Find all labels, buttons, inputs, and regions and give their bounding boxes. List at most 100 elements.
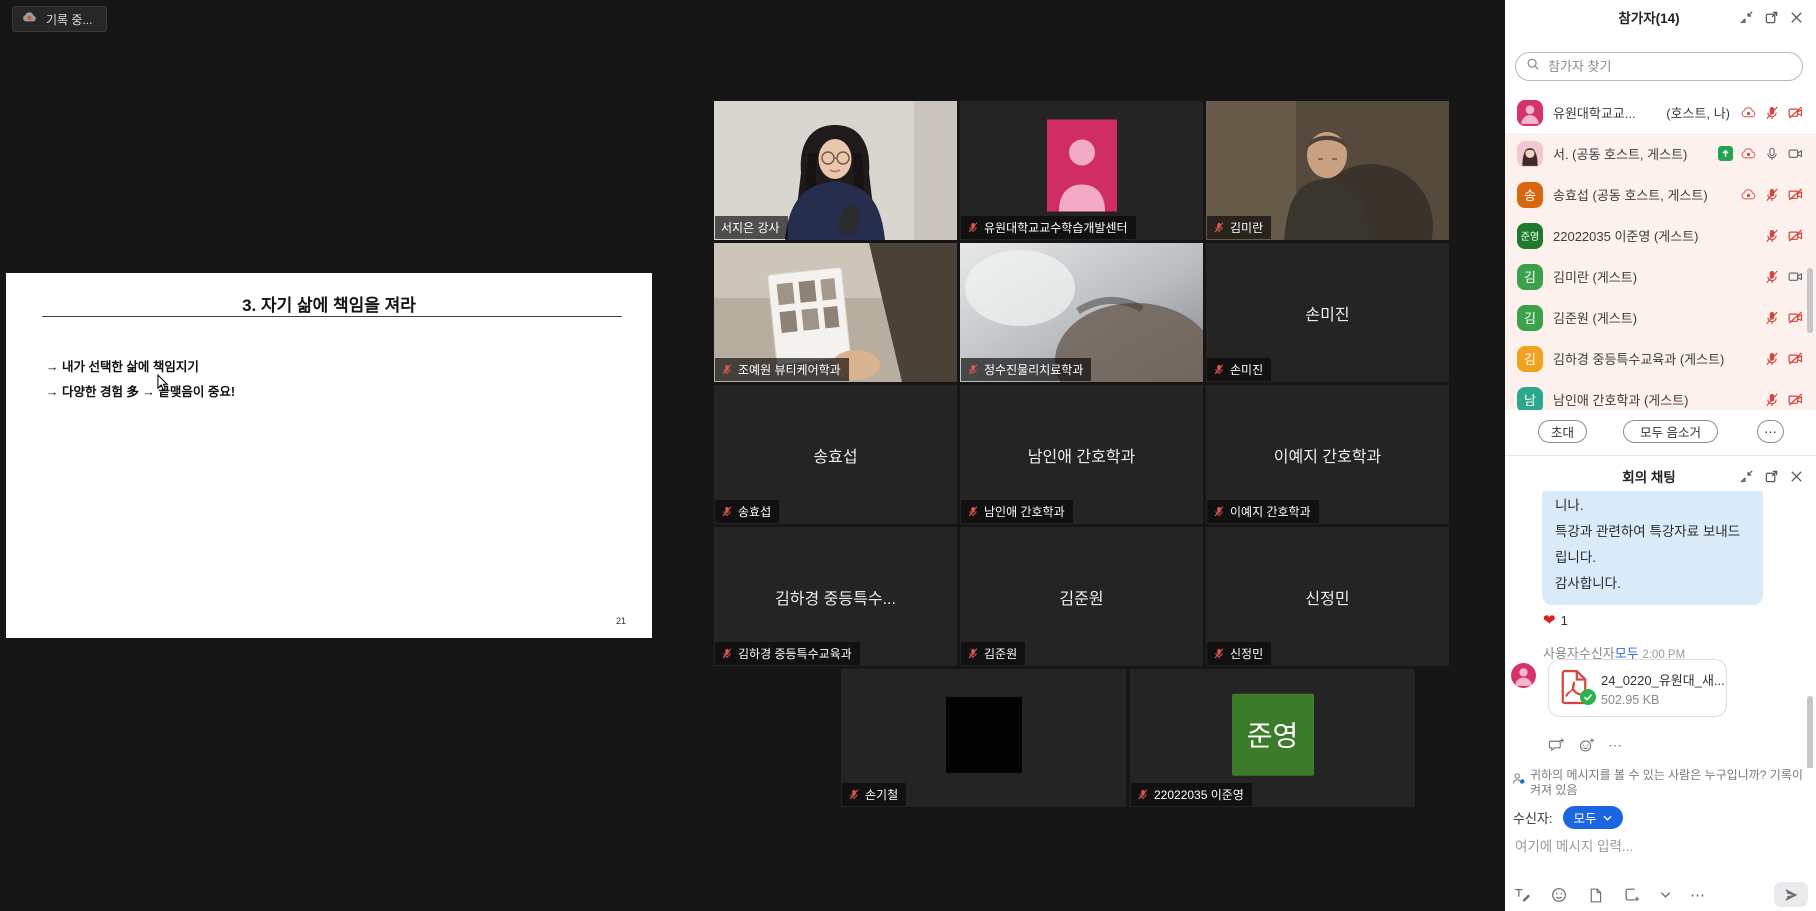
participant-row[interactable]: 김 김준원 (게스트): [1505, 297, 1816, 338]
avatar: 준영: [1517, 223, 1543, 249]
participant-role: (호스트, 나): [1666, 103, 1730, 122]
tile-name-text: 송효섭: [738, 503, 771, 520]
file-card[interactable]: 24_0220_유원대_새... 502.95 KB: [1548, 659, 1727, 717]
participant-name-label: 정수진물리치료학과: [961, 358, 1091, 381]
video-tile[interactable]: 이예지 간호학과이예지 간호학과: [1206, 385, 1449, 524]
participant-status-icons: [1764, 350, 1804, 367]
cloud-recording-icon: [1740, 145, 1757, 162]
video-tile[interactable]: 조예원 뷰티케어학과: [714, 243, 957, 382]
recipient-select[interactable]: 모두: [1563, 806, 1623, 829]
video-tile[interactable]: 손미진손미진: [1206, 243, 1449, 382]
send-button[interactable]: [1774, 882, 1808, 907]
file-icon[interactable]: [1587, 887, 1604, 904]
participant-row[interactable]: 김 김미란 (게스트): [1505, 256, 1816, 297]
video-tile[interactable]: 남인애 간호학과남인애 간호학과: [960, 385, 1203, 524]
message-input[interactable]: [1513, 838, 1807, 855]
popout-icon[interactable]: [1764, 10, 1779, 25]
video-tile[interactable]: 유원대학교교수학습개발센터: [960, 101, 1203, 240]
side-panel: 참가자(14) 유원대학교교... (호스트, 나) 서. (공동 호스트, 게…: [1505, 0, 1816, 911]
cam-off-icon: [1787, 186, 1804, 203]
avatar: [1517, 100, 1543, 126]
avatar: 송: [1517, 182, 1543, 208]
more-icon[interactable]: ⋯: [1690, 886, 1705, 904]
video-tile[interactable]: 김하경 중등특수...김하경 중등특수교육과: [714, 527, 957, 666]
screen-share-icon: [1718, 146, 1733, 161]
tile-name-text: 정수진물리치료학과: [984, 361, 1083, 378]
mic-muted-icon: [1213, 363, 1225, 376]
mic-muted-icon: [721, 647, 733, 660]
participants-title: 참가자(14): [1505, 7, 1739, 27]
video-tile[interactable]: 신정민신정민: [1206, 527, 1449, 666]
tile-name-text: 유원대학교교수학습개발센터: [984, 219, 1128, 236]
video-tile[interactable]: 손기철: [841, 669, 1126, 807]
avatar: 남: [1517, 387, 1543, 411]
avatar-initials: 준영: [1232, 694, 1314, 776]
reply-icon[interactable]: [1548, 737, 1565, 754]
emoji-icon[interactable]: [1550, 886, 1568, 904]
popout-icon[interactable]: [1764, 469, 1779, 484]
chat-title: 회의 채팅: [1505, 466, 1739, 486]
video-tile[interactable]: 서지은 강사: [714, 101, 957, 240]
participant-status-icons: [1740, 186, 1804, 203]
participant-name-label: 손미진: [1207, 358, 1271, 381]
video-tile[interactable]: 준영22022035 이준영: [1130, 669, 1415, 807]
participant-name: 유원대학교교...: [1553, 103, 1636, 122]
participant-row[interactable]: 김 김하경 중등특수교육과 (게스트): [1505, 338, 1816, 379]
video-tile[interactable]: 김미란: [1206, 101, 1449, 240]
more-actions-icon[interactable]: ⋯: [1608, 737, 1622, 754]
mic-muted-icon: [1213, 647, 1225, 660]
slide-bullets: → 내가 선택한 삶에 책임지기 → 다양한 경험 多 → 끝맺음이 중요!: [46, 355, 235, 405]
close-icon[interactable]: [1789, 10, 1804, 25]
mic-muted-icon: [1213, 505, 1225, 518]
participant-status-icons: [1740, 104, 1804, 121]
search-icon: [1526, 57, 1540, 76]
participant-row[interactable]: 서. (공동 호스트, 게스트): [1505, 133, 1816, 174]
slide-title: 3. 자기 삶에 책임을 져라: [6, 291, 652, 316]
cloud-recording-icon: [1740, 104, 1757, 121]
participant-name: 남인애 간호학과 (게스트): [1553, 390, 1688, 409]
participant-search-input[interactable]: [1546, 58, 1792, 75]
participant-row[interactable]: 남 남인애 간호학과 (게스트): [1505, 379, 1816, 410]
tile-name-text: 조예원 뷰티케어학과: [738, 361, 841, 378]
participant-name-label: 이예지 간호학과: [1207, 500, 1319, 523]
tile-name-text: 남인애 간호학과: [984, 503, 1065, 520]
privacy-notice: 귀하의 메시지를 볼 수 있는 사람은 누구입니까? 기록이 켜져 있음: [1511, 768, 1809, 798]
participant-list: 유원대학교교... (호스트, 나) 서. (공동 호스트, 게스트) 송 송효…: [1505, 92, 1816, 410]
mic-off-icon: [1764, 187, 1780, 203]
chat-scrollbar[interactable]: [1807, 696, 1813, 768]
tile-name-text: 김미란: [1230, 219, 1263, 236]
video-tile[interactable]: 정수진물리치료학과: [960, 243, 1203, 382]
recording-badge-label: 기록 중...: [46, 11, 92, 28]
mute-all-button[interactable]: 모두 음소거: [1623, 420, 1718, 443]
cam-off-icon: [1787, 104, 1804, 121]
close-icon[interactable]: [1789, 469, 1804, 484]
participants-scrollbar[interactable]: [1807, 268, 1813, 333]
recording-badge[interactable]: 기록 중...: [12, 6, 107, 32]
mic-muted-icon: [967, 647, 979, 660]
collapse-icon[interactable]: [1739, 10, 1754, 25]
mic-muted-icon: [967, 221, 979, 234]
participant-name-label: 신정민: [1207, 642, 1271, 665]
participant-row[interactable]: 준영 22022035 이준영 (게스트): [1505, 215, 1816, 256]
privacy-notice-text: 귀하의 메시지를 볼 수 있는 사람은 누구입니까? 기록이 켜져 있음: [1530, 768, 1809, 798]
emoji-react-icon[interactable]: [1578, 737, 1595, 754]
participant-name: 김하경 중등특수교육과 (게스트): [1553, 349, 1724, 368]
format-icon[interactable]: [1513, 886, 1531, 904]
participants-more-button[interactable]: ⋯: [1757, 420, 1784, 443]
video-tile[interactable]: 김준원김준원: [960, 527, 1203, 666]
cam-off-icon: [1787, 350, 1804, 367]
chat-message-bubble: 니나. 특강과 관련하여 특강자료 보내드립니다. 감사합니다.: [1542, 491, 1763, 605]
send-icon: [1783, 887, 1799, 903]
file-size: 502.95 KB: [1601, 693, 1725, 707]
chevron-down-icon[interactable]: [1660, 891, 1671, 899]
participant-row[interactable]: 송 송효섭 (공동 호스트, 게스트): [1505, 174, 1816, 215]
message-reaction[interactable]: ❤ 1: [1543, 611, 1568, 629]
collapse-icon[interactable]: [1739, 469, 1754, 484]
participant-row[interactable]: 유원대학교교... (호스트, 나): [1505, 92, 1816, 133]
participant-status-icons: [1764, 268, 1804, 285]
video-tile[interactable]: 송효섭송효섭: [714, 385, 957, 524]
chat-header: 회의 채팅: [1505, 462, 1816, 490]
screenshot-icon[interactable]: [1623, 886, 1641, 904]
avatar: [1511, 663, 1536, 688]
invite-button[interactable]: 초대: [1538, 420, 1587, 443]
